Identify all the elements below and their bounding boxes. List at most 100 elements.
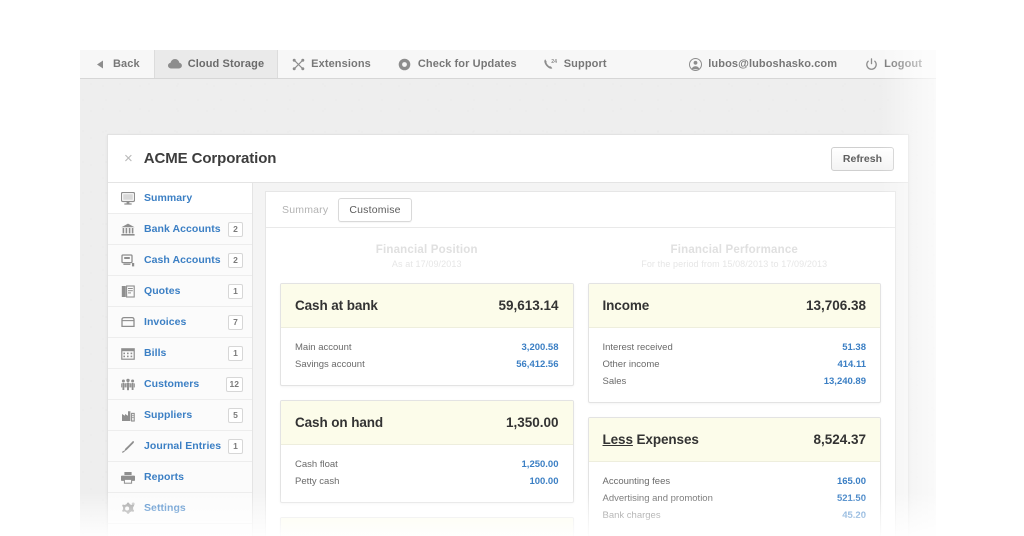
sidebar-item-count: 1 — [228, 345, 243, 361]
sidebar-item-settings[interactable]: Settings — [108, 493, 252, 524]
sidebar-item-summary[interactable]: Summary — [108, 183, 252, 214]
row-value[interactable]: 13,240.89 — [824, 376, 866, 387]
toolbar-button-label: Extensions — [311, 58, 371, 70]
user-icon — [688, 57, 702, 71]
sidebar-item-invoices[interactable]: Invoices 7 — [108, 307, 252, 338]
column-header: Financial Position As at 17/09/2013 — [280, 242, 574, 283]
sidebar-item-cash-accounts[interactable]: Cash Accounts 2 — [108, 245, 252, 276]
cloud-icon — [167, 57, 182, 71]
sidebar-item-count: 2 — [228, 221, 243, 237]
sidebar-item-label: Bank Accounts — [144, 223, 221, 235]
column-financial-position: Financial Position As at 17/09/2013 Cash… — [280, 242, 574, 536]
list-item[interactable]: Main account 3,200.58 — [295, 339, 559, 356]
list-item[interactable]: Interest received 51.38 — [603, 339, 867, 356]
sidebar-item-label: Bills — [144, 347, 167, 359]
list-item[interactable]: Accounting fees 165.00 — [603, 473, 867, 490]
row-value[interactable]: 100.00 — [529, 476, 558, 487]
card-title-main: Expenses — [636, 432, 699, 447]
screenshot-root: Back Cloud Storage Extensions Check for … — [0, 0, 1024, 536]
row-label: Petty cash — [295, 476, 340, 487]
sidebar-item-count: 7 — [228, 314, 243, 330]
row-value[interactable]: 45.20 — [842, 510, 866, 521]
gear-icon — [120, 500, 136, 516]
column-title: Financial Position — [375, 244, 478, 256]
row-value[interactable]: 1,250.00 — [522, 459, 559, 470]
sidebar-item-customers[interactable]: Customers 12 — [108, 369, 252, 400]
tab-customise[interactable]: Customise — [338, 197, 412, 222]
toolbar-button-account[interactable]: lubos@luboshasko.com — [675, 50, 851, 78]
card-rows: Cash float 1,250.00 Petty cash 100.00 — [281, 445, 573, 502]
sidebar-item-journal-entries[interactable]: Journal Entries 1 — [108, 431, 252, 462]
column-financial-performance: Financial Performance For the period fro… — [587, 242, 881, 536]
sidebar-item-count: 1 — [228, 438, 243, 454]
quote-icon — [120, 283, 136, 299]
main-toolbar: Back Cloud Storage Extensions Check for … — [80, 50, 936, 79]
sidebar-item-label: Reports — [144, 471, 185, 483]
card-header: Income 13,706.38 — [588, 284, 880, 328]
toolbar-button-logout[interactable]: Logout — [851, 50, 936, 78]
list-item[interactable]: Savings account 56,412.56 — [295, 356, 559, 373]
toolbar-button-label: Check for Updates — [417, 58, 517, 70]
extensions-icon — [291, 57, 305, 71]
close-icon[interactable]: × — [124, 151, 133, 166]
refresh-button[interactable]: Refresh — [830, 146, 894, 171]
sidebar-item-bank-accounts[interactable]: Bank Accounts 2 — [108, 214, 252, 245]
toolbar-button-cloud-storage[interactable]: Cloud Storage — [153, 50, 279, 78]
list-item[interactable]: Bank charges 45.20 — [603, 507, 867, 524]
phone-24-icon: 24 — [544, 57, 558, 71]
toolbar-right-group: lubos@luboshasko.com Logout — [675, 50, 936, 78]
row-value[interactable]: 521.50 — [837, 493, 866, 504]
sidebar-item-suppliers[interactable]: Suppliers 5 — [108, 400, 252, 431]
pen-icon — [120, 438, 136, 454]
sidebar-item-label: Suppliers — [144, 409, 193, 421]
sidebar-item-count: 12 — [225, 376, 243, 392]
card-cash-on-hand[interactable]: Cash on hand 1,350.00 Cash float 1,250.0… — [280, 400, 574, 503]
business-card: × ACME Corporation Refresh Summary Bank … — [107, 134, 909, 536]
row-value[interactable]: 3,200.58 — [522, 342, 559, 353]
card-cash-at-bank[interactable]: Cash at bank 59,613.14 Main account 3,20… — [280, 283, 574, 386]
card-header: Less Expenses 8,524.37 — [588, 418, 880, 462]
toolbar-button-back[interactable]: Back — [80, 50, 154, 78]
toolbar-button-support[interactable]: 24 Support — [531, 50, 621, 78]
row-label: Advertising and promotion — [602, 493, 713, 504]
business-header: × ACME Corporation Refresh — [108, 135, 908, 183]
panel-inner: Summary Customise Financial Position As … — [265, 191, 896, 536]
card-partially-visible[interactable] — [280, 517, 574, 536]
row-label: Savings account — [295, 359, 365, 370]
row-value[interactable]: 414.11 — [837, 359, 866, 370]
window-content: × ACME Corporation Refresh Summary Bank … — [80, 79, 936, 536]
bank-icon — [120, 221, 136, 237]
list-item[interactable]: Petty cash 100.00 — [295, 473, 559, 490]
column-subtitle: For the period from 15/08/2013 to 17/09/… — [641, 259, 828, 269]
row-value[interactable]: 51.38 — [842, 342, 866, 353]
list-item[interactable]: Cash float 1,250.00 — [295, 456, 559, 473]
toolbar-button-label: lubos@luboshasko.com — [708, 58, 838, 70]
tab-summary[interactable]: Summary — [280, 199, 330, 221]
sidebar-item-quotes[interactable]: Quotes 1 — [108, 276, 252, 307]
panel-tabs: Summary Customise — [266, 192, 895, 228]
sidebar-item-label: Quotes — [144, 285, 181, 297]
card-income[interactable]: Income 13,706.38 Interest received 51.38 — [587, 283, 881, 403]
row-label: Other income — [602, 359, 660, 370]
printer-icon — [120, 469, 136, 485]
monitor-icon — [120, 190, 136, 206]
column-subtitle: As at 17/09/2013 — [391, 259, 462, 269]
toolbar-button-label: Back — [113, 58, 140, 70]
sidebar-item-bills[interactable]: Bills 1 — [108, 338, 252, 369]
list-item[interactable]: Other income 414.11 — [603, 356, 867, 373]
card-amount: 1,350.00 — [505, 415, 559, 430]
toolbar-button-extensions[interactable]: Extensions — [278, 50, 385, 78]
factory-icon — [120, 407, 136, 423]
row-value[interactable]: 165.00 — [837, 476, 866, 487]
list-item[interactable]: Advertising and promotion 521.50 — [603, 490, 867, 507]
refresh-circle-icon — [398, 57, 412, 71]
toolbar-button-check-for-updates[interactable]: Check for Updates — [385, 50, 531, 78]
toolbar-button-label: Cloud Storage — [187, 58, 265, 70]
list-item[interactable]: Sales 13,240.89 — [603, 373, 867, 390]
card-title: Cash at bank — [295, 298, 378, 313]
invoice-icon — [120, 314, 136, 330]
card-amount: 8,524.37 — [813, 432, 866, 447]
sidebar-item-reports[interactable]: Reports — [108, 462, 252, 493]
row-value[interactable]: 56,412.56 — [516, 359, 558, 370]
card-less-expenses[interactable]: Less Expenses 8,524.37 Accounting fees 1… — [587, 417, 881, 536]
